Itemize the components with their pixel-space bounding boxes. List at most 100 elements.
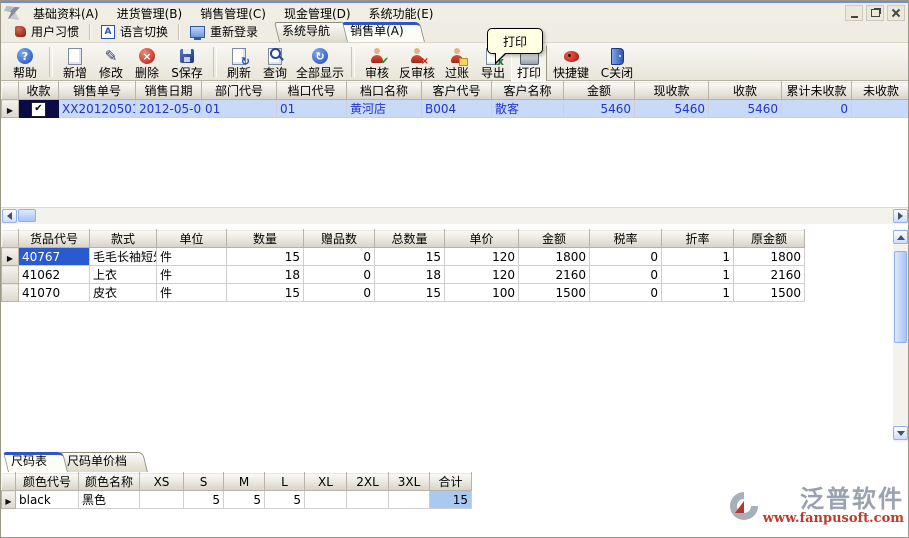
minimize-button[interactable] (845, 5, 863, 21)
row-selector-cell[interactable] (2, 284, 19, 302)
cell-customer-name[interactable]: 散客 (492, 100, 564, 118)
tab-size-price-file[interactable]: 尺码单价档 (59, 452, 143, 472)
column-header-xs[interactable]: XS (140, 473, 184, 491)
column-header-unit-price[interactable]: 单价 (445, 230, 519, 248)
column-header-customer-name[interactable]: 客户名称 (492, 82, 564, 100)
cell-tax-rate[interactable]: 0 (590, 248, 662, 266)
cell-item-code[interactable]: 41070 (19, 284, 90, 302)
row-selector-cell[interactable] (2, 266, 19, 284)
column-header-unpaid[interactable]: 未收款 (852, 82, 909, 100)
cell-sales-no[interactable]: XX20120501 (59, 100, 136, 118)
scroll-left-button[interactable] (2, 209, 17, 223)
cell-amount[interactable]: 5460 (564, 100, 635, 118)
column-header-discount-rate[interactable]: 折率 (662, 230, 734, 248)
close-window-button[interactable] (887, 5, 905, 21)
cell-gift-qty[interactable]: 0 (304, 266, 375, 284)
cell-amount[interactable]: 1500 (519, 284, 590, 302)
tab-system-navigation[interactable]: 系统导航 (274, 22, 346, 42)
column-header-m[interactable]: M (224, 473, 265, 491)
cell-tax-rate[interactable]: 0 (590, 284, 662, 302)
column-header-received[interactable]: 收款 (709, 82, 782, 100)
vertical-scrollbar[interactable] (893, 229, 909, 442)
column-header-sales-date[interactable]: 销售日期 (136, 82, 202, 100)
column-header-stall-name[interactable]: 档口名称 (347, 82, 422, 100)
column-header-l[interactable]: L (265, 473, 305, 491)
column-header-tax-rate[interactable]: 税率 (590, 230, 662, 248)
cell-total-qty[interactable]: 15 (375, 284, 445, 302)
cell-gift-qty[interactable]: 0 (304, 248, 375, 266)
column-header-xl[interactable]: XL (305, 473, 347, 491)
scroll-up-button[interactable] (893, 230, 908, 244)
cell-s[interactable]: 5 (184, 491, 224, 509)
scroll-down-button[interactable] (893, 426, 908, 440)
column-header-item-code[interactable]: 货品代号 (19, 230, 90, 248)
cell-original-amount[interactable]: 1500 (734, 284, 805, 302)
column-header-sales-no[interactable]: 销售单号 (59, 82, 136, 100)
column-header-gift-qty[interactable]: 赠品数 (304, 230, 375, 248)
post-button[interactable]: 过账 (439, 45, 475, 82)
cell-customer-code[interactable]: B004 (422, 100, 492, 118)
cell-style[interactable]: 皮衣 (90, 284, 157, 302)
column-header-color-name[interactable]: 颜色名称 (79, 473, 140, 491)
show-all-button[interactable]: ↻ 全部显示 (293, 45, 347, 82)
column-header-unit[interactable]: 单位 (157, 230, 227, 248)
cell-m[interactable]: 5 (224, 491, 265, 509)
column-header-total-qty[interactable]: 总数量 (375, 230, 445, 248)
cell-color-code[interactable]: black (16, 491, 79, 509)
cell-item-code[interactable]: 41062 (19, 266, 90, 284)
cell-qty[interactable]: 18 (227, 266, 304, 284)
cell-discount-rate[interactable]: 1 (662, 284, 734, 302)
row-selector-cell[interactable]: ▶ (2, 491, 16, 509)
cell-total[interactable]: 15 (430, 491, 472, 509)
cell-tax-rate[interactable]: 0 (590, 266, 662, 284)
cell-original-amount[interactable]: 2160 (734, 266, 805, 284)
column-header-cash-received[interactable]: 现收款 (635, 82, 709, 100)
cell-qty[interactable]: 15 (227, 248, 304, 266)
column-header-payment[interactable]: 收款 (19, 82, 59, 100)
row-selector-cell[interactable]: ▶ (2, 248, 19, 266)
cell-unit[interactable]: 件 (157, 266, 227, 284)
column-header-total[interactable]: 合计 (430, 473, 472, 491)
cell-item-code[interactable]: 40767 (19, 248, 90, 266)
cell-xs[interactable] (140, 491, 184, 509)
cell-qty[interactable]: 15 (227, 284, 304, 302)
cell-l[interactable]: 5 (265, 491, 305, 509)
refresh-button[interactable]: ↻ 刷新 (221, 45, 257, 82)
cell-stall-code[interactable]: 01 (277, 100, 347, 118)
cell-3xl[interactable] (389, 491, 430, 509)
horizontal-scrollbar[interactable] (1, 207, 909, 224)
cell-sales-date[interactable]: 2012-05-07 (136, 100, 202, 118)
column-header-3xl[interactable]: 3XL (389, 473, 430, 491)
language-switch-button[interactable]: A 语言切换 (93, 22, 176, 41)
column-header-stall-code[interactable]: 档口代号 (277, 82, 347, 100)
cell-unit-price[interactable]: 100 (445, 284, 519, 302)
column-header-color-code[interactable]: 颜色代号 (16, 473, 79, 491)
hotkey-button[interactable]: 快捷键 (547, 45, 595, 82)
column-header-2xl[interactable]: 2XL (347, 473, 389, 491)
cell-style[interactable]: 上衣 (90, 266, 157, 284)
cell-discount-rate[interactable]: 1 (662, 248, 734, 266)
audit-button[interactable]: ✔ 审核 (359, 45, 395, 82)
cell-2xl[interactable] (347, 491, 389, 509)
column-header-qty[interactable]: 数量 (227, 230, 304, 248)
unaudit-button[interactable]: × 反审核 (395, 45, 439, 82)
save-button[interactable]: S保存 (165, 45, 209, 82)
column-header-original-amount[interactable]: 原金额 (734, 230, 805, 248)
cell-amount[interactable]: 2160 (519, 266, 590, 284)
cell-total-qty[interactable]: 15 (375, 248, 445, 266)
payment-checkbox-cell[interactable]: ✔ (19, 100, 59, 118)
cell-discount-rate[interactable]: 1 (662, 266, 734, 284)
new-button[interactable]: 新增 (57, 45, 93, 82)
column-header-customer-code[interactable]: 客户代号 (422, 82, 492, 100)
horizontal-scroll-thumb[interactable] (18, 209, 36, 222)
cell-unit-price[interactable]: 120 (445, 266, 519, 284)
cell-total-qty[interactable]: 18 (375, 266, 445, 284)
cell-original-amount[interactable]: 1800 (734, 248, 805, 266)
column-header-s[interactable]: S (184, 473, 224, 491)
column-header-amount[interactable]: 金额 (564, 82, 635, 100)
cell-unpaid[interactable] (852, 100, 909, 118)
restore-button[interactable] (866, 5, 884, 21)
cell-stall-name[interactable]: 黄河店 (347, 100, 422, 118)
cell-total-unpaid[interactable]: 0 (782, 100, 852, 118)
help-button[interactable]: ? 帮助 (5, 45, 45, 82)
